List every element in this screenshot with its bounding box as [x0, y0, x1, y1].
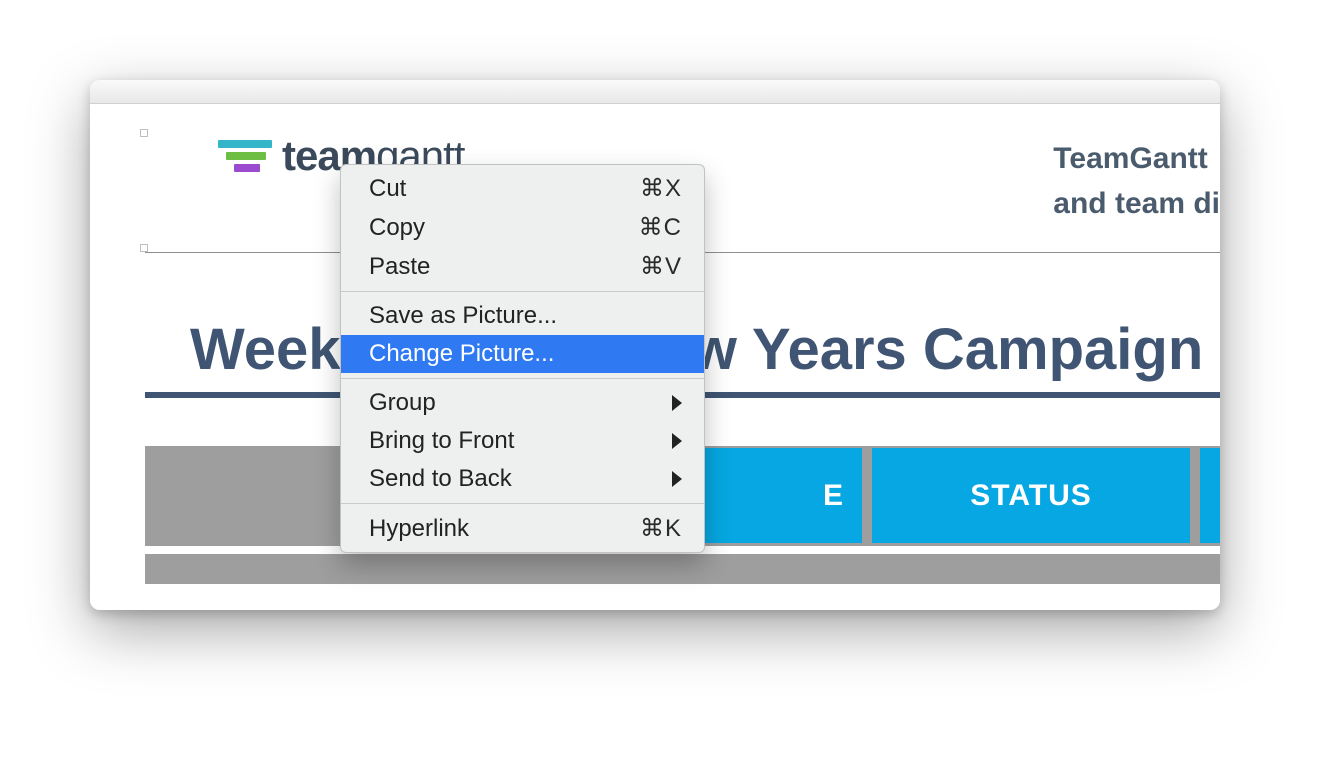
- app-window: teamgantt TeamGantt and team di Weekly S…: [90, 80, 1220, 610]
- menu-item-copy[interactable]: Copy ⌘C: [341, 208, 704, 247]
- menu-separator: [341, 291, 704, 292]
- menu-item-cut[interactable]: Cut ⌘X: [341, 169, 704, 208]
- table-header-cells: E STATUS: [617, 448, 1220, 543]
- menu-item-send-to-back[interactable]: Send to Back: [341, 460, 704, 498]
- menu-item-save-as-picture[interactable]: Save as Picture...: [341, 297, 704, 335]
- table-header-status: STATUS: [872, 448, 1190, 543]
- menu-separator: [341, 378, 704, 379]
- header-right-line1: TeamGantt: [1053, 136, 1220, 181]
- header-right-text: TeamGantt and team di: [1053, 136, 1220, 226]
- document-content: teamgantt TeamGantt and team di Weekly S…: [90, 104, 1220, 610]
- table-row-bg: [145, 554, 1220, 584]
- menu-item-group[interactable]: Group: [341, 384, 704, 422]
- table-header-cell: [1200, 448, 1220, 543]
- selection-handle-icon[interactable]: [140, 244, 148, 252]
- submenu-arrow-icon: [672, 395, 682, 411]
- submenu-arrow-icon: [672, 471, 682, 487]
- submenu-arrow-icon: [672, 433, 682, 449]
- window-titlebar: [90, 80, 1220, 104]
- menu-item-paste[interactable]: Paste ⌘V: [341, 247, 704, 286]
- selection-handle-icon[interactable]: [140, 129, 148, 137]
- header-right-line2: and team di: [1053, 181, 1220, 226]
- context-menu: Cut ⌘X Copy ⌘C Paste ⌘V Save as Picture.…: [340, 164, 705, 553]
- menu-separator: [341, 503, 704, 504]
- menu-item-hyperlink[interactable]: Hyperlink ⌘K: [341, 509, 704, 548]
- menu-item-bring-to-front[interactable]: Bring to Front: [341, 422, 704, 460]
- logo-mark-icon: [218, 140, 272, 172]
- menu-item-change-picture[interactable]: Change Picture...: [341, 335, 704, 373]
